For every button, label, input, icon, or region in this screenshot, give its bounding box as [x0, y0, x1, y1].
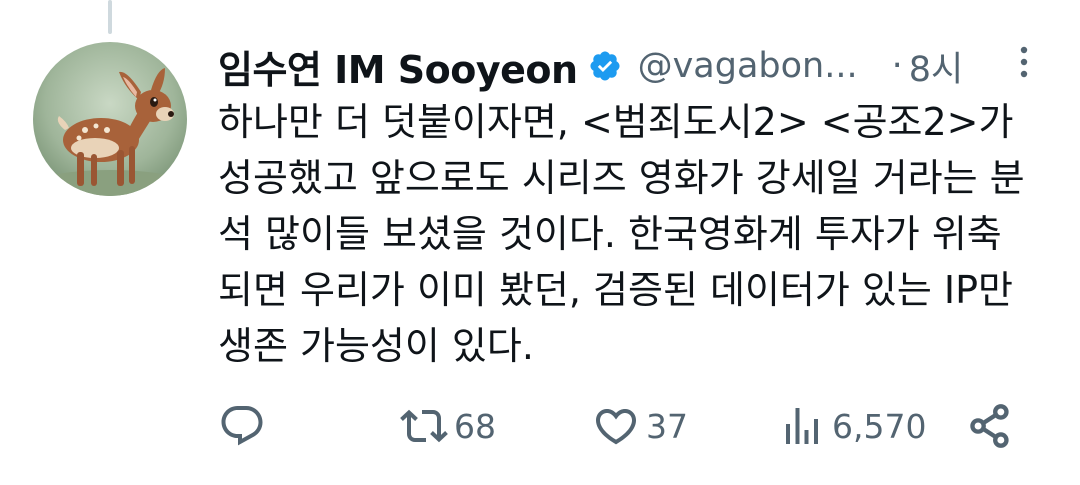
tweet-text-line: 성공했고 앞으로도 시리즈 영화가 강세일 거라는 분: [218, 156, 1025, 200]
timestamp[interactable]: 8시: [909, 41, 963, 92]
tweet-text-line: 하나만 더 덧붙이자면, <범죄도시2> <공조2>가: [218, 100, 1014, 144]
tweet-text: 하나만 더 덧붙이자면, <범죄도시2> <공조2>가 성공했고 앞으로도 시리…: [218, 94, 1058, 374]
tweet-header: 임수연 IM Sooyeon @vagabon... · 8시: [218, 40, 1048, 92]
avatar-fawn-image: [33, 42, 187, 196]
header-separator: ·: [891, 46, 903, 86]
reply-button[interactable]: [218, 400, 272, 452]
share-icon: [970, 404, 1009, 448]
user-handle[interactable]: @vagabon...: [638, 46, 858, 86]
more-vertical-icon[interactable]: [1012, 42, 1036, 82]
share-button[interactable]: [964, 400, 1016, 452]
tweet-text-line: 석 많이들 보셨을 것이다. 한국영화계 투자가 위축: [218, 212, 1002, 256]
tweet-text-line: 생존 가능성이 있다.: [218, 324, 534, 368]
action-bar: 68 37 6,570: [0, 400, 1080, 452]
like-count: 37: [646, 406, 688, 446]
retweet-button[interactable]: 68: [400, 400, 496, 452]
retweet-count: 68: [454, 406, 496, 446]
avatar[interactable]: [33, 42, 187, 196]
reply-icon: [221, 406, 263, 446]
heart-icon: [595, 409, 637, 445]
display-name[interactable]: 임수연 IM Sooyeon: [218, 39, 578, 94]
retweet-icon: [400, 409, 448, 443]
tweet-text-line: 되면 우리가 이미 봤던, 검증된 데이터가 있는 IP만: [218, 268, 1013, 312]
views-count: 6,570: [832, 406, 927, 446]
thread-connector-line: [108, 0, 112, 34]
verified-badge-icon: [590, 51, 620, 81]
views-button[interactable]: 6,570: [778, 400, 926, 452]
like-button[interactable]: 37: [592, 400, 688, 452]
views-bar-chart-icon: [786, 408, 818, 444]
